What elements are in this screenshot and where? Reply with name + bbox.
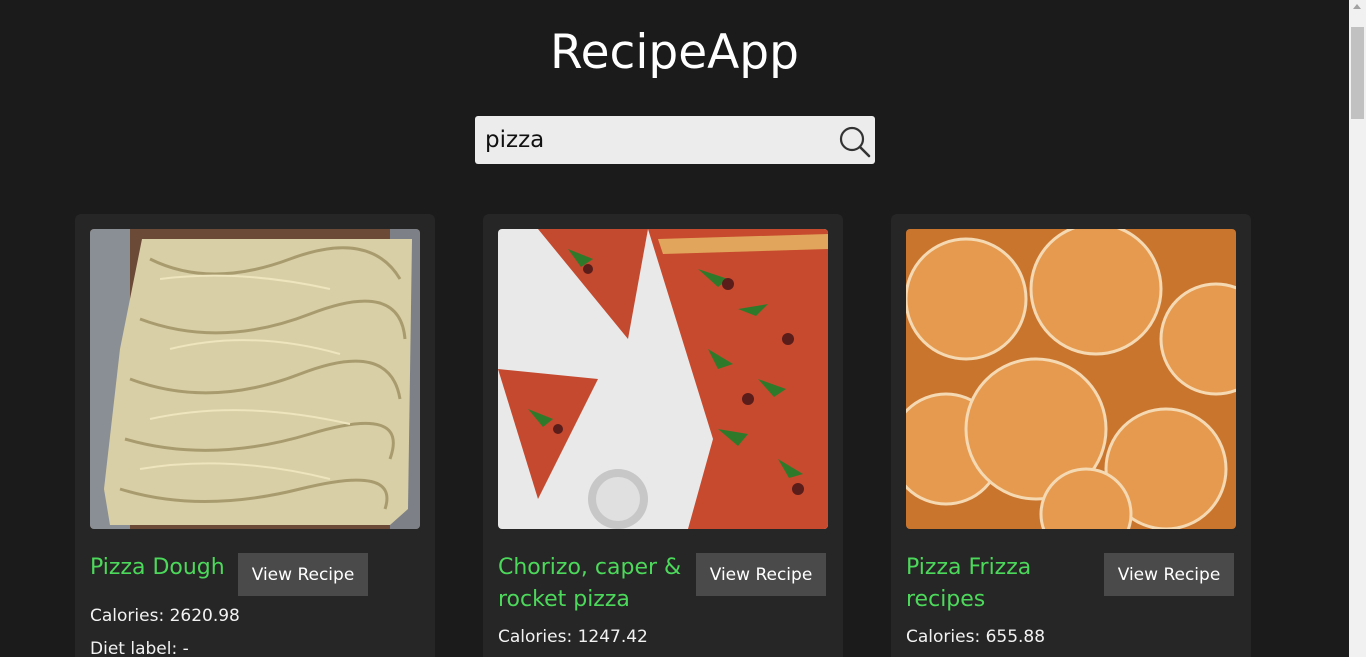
recipe-diet-label: Diet label: - (90, 639, 189, 657)
recipe-calories: Calories: 2620.98 (90, 606, 240, 626)
view-recipe-button[interactable]: View Recipe (696, 553, 826, 596)
search-icon[interactable] (837, 124, 873, 160)
recipe-card: Pizza Dough View Recipe Calories: 2620.9… (75, 214, 435, 657)
recipe-title[interactable]: Chorizo, caper & rocket pizza (498, 552, 688, 616)
recipe-image (498, 229, 828, 529)
recipe-calories: Calories: 655.88 (906, 627, 1046, 647)
scrollbar-thumb[interactable] (1351, 27, 1364, 119)
recipe-card: Chorizo, caper & rocket pizza View Recip… (483, 214, 843, 657)
view-recipe-button[interactable]: View Recipe (238, 553, 368, 596)
recipe-calories: Calories: 1247.42 (498, 627, 648, 647)
page: RecipeApp Pizza Dough (0, 0, 1349, 657)
view-recipe-button[interactable]: View Recipe (1104, 553, 1234, 596)
recipe-image (906, 229, 1236, 529)
recipe-title[interactable]: Pizza Frizza recipes (906, 552, 1096, 616)
search-input[interactable] (475, 116, 835, 164)
app-title: RecipeApp (550, 25, 799, 80)
scroll-up-icon[interactable] (1353, 4, 1361, 9)
recipe-image (90, 229, 420, 529)
scrollbar[interactable] (1349, 0, 1366, 657)
search-bar (475, 116, 875, 164)
recipe-card: Pizza Frizza recipes View Recipe Calorie… (891, 214, 1251, 657)
